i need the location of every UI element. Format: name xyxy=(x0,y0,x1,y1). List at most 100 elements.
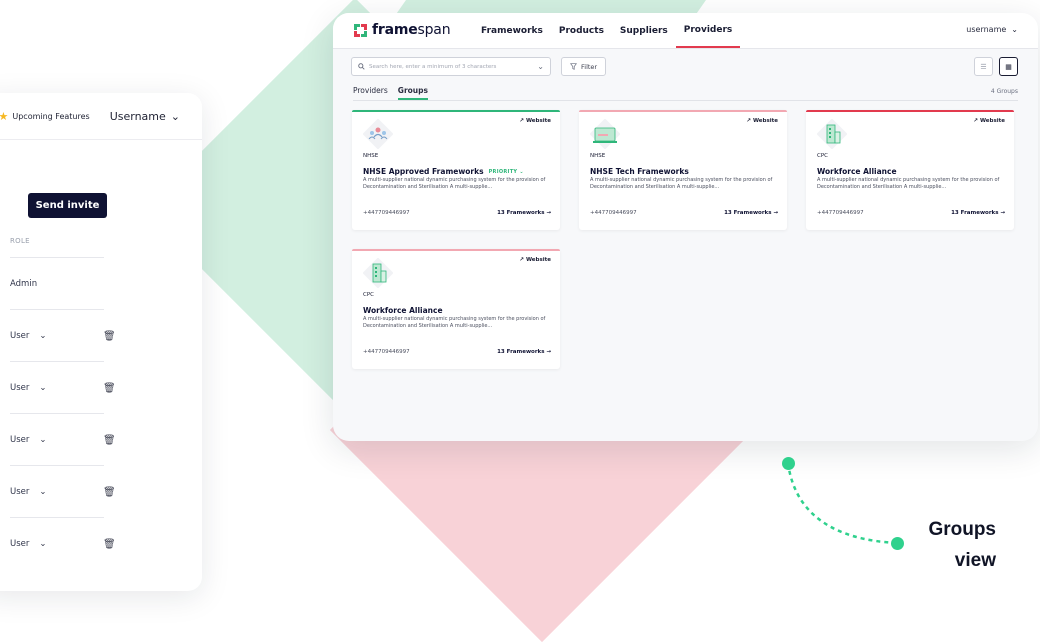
card-accent-bar xyxy=(806,110,1014,112)
group-description: A multi-supplier national dynamic purcha… xyxy=(590,177,773,190)
grid-icon: ▦ xyxy=(1005,62,1012,71)
caption: Groups view xyxy=(928,514,996,576)
nav-item-suppliers[interactable]: Suppliers xyxy=(612,13,676,48)
sub-tabs: Providers Groups xyxy=(353,86,1018,101)
user-row: User ⌄ 🗑 xyxy=(10,465,116,518)
user-row: User ⌄ 🗑 xyxy=(10,361,116,414)
connector-dot-start xyxy=(782,457,795,470)
group-description: A multi-supplier national dynamic purcha… xyxy=(817,177,1000,190)
group-card[interactable]: ↗ Website NHSE NHSE Approved Frameworks PRI… xyxy=(352,110,560,230)
chevron-down-icon: ⌄ xyxy=(1011,25,1018,34)
list-view-button[interactable]: ☰ xyxy=(974,57,993,76)
nav-item-products[interactable]: Products xyxy=(551,13,612,48)
star-icon: ★ xyxy=(0,109,9,123)
role-value: User xyxy=(10,539,30,549)
group-title-text: NHSE Tech Frameworks xyxy=(590,167,689,176)
username-label: Username xyxy=(109,109,166,123)
list-icon: ☰ xyxy=(980,62,987,71)
group-abbreviation: NHSE xyxy=(363,153,379,159)
chevron-down-icon: ⌄ xyxy=(39,435,47,445)
frameworks-link[interactable]: 13 Frameworks → xyxy=(497,210,551,216)
role-value: User xyxy=(10,383,30,393)
users-panel: ★ Upcoming Features Username ⌄ Send invi… xyxy=(0,93,202,591)
external-link-icon: ↗ xyxy=(519,118,525,124)
role-select[interactable]: User ⌄ xyxy=(10,539,47,549)
people-group-icon xyxy=(362,118,394,150)
search-input[interactable]: Search here, enter a minimum of 3 charac… xyxy=(351,57,551,76)
chevron-down-icon: ⌄ xyxy=(39,383,47,393)
role-select[interactable]: User ⌄ xyxy=(10,435,47,445)
group-phone: +447709446997 xyxy=(363,210,410,216)
group-abbreviation: NHSE xyxy=(590,153,606,159)
frameworks-link[interactable]: 13 Frameworks → xyxy=(724,210,778,216)
caption-line-2: view xyxy=(954,550,996,571)
group-card[interactable]: ↗ Website CPC Workforce Alliance A multi-su… xyxy=(352,249,560,369)
chevron-down-icon: ⌄ xyxy=(170,109,180,123)
website-link[interactable]: ↗ Website xyxy=(519,118,551,124)
tab-groups[interactable]: Groups xyxy=(397,86,428,100)
trash-icon[interactable]: 🗑 xyxy=(103,487,116,498)
tab-providers[interactable]: Providers xyxy=(353,86,388,100)
website-link[interactable]: ↗ Website xyxy=(973,118,1005,124)
frameworks-link[interactable]: 13 Frameworks → xyxy=(497,349,551,355)
website-label: Website xyxy=(752,118,778,124)
chevron-down-icon: ⌄ xyxy=(519,168,524,175)
group-phone: +447709446997 xyxy=(363,349,410,355)
group-card[interactable]: ↗ Website CPC Workforce Alliance A multi-su… xyxy=(806,110,1014,230)
username-menu[interactable]: Username ⌄ xyxy=(110,110,180,123)
role-select[interactable]: User ⌄ xyxy=(10,383,47,393)
website-label: Website xyxy=(525,118,551,124)
nav-items: Frameworks Products Suppliers Providers xyxy=(473,13,741,48)
user-row: Admin xyxy=(10,257,104,310)
card-accent-bar xyxy=(352,110,560,112)
role-select[interactable]: User ⌄ xyxy=(10,487,47,497)
filter-button[interactable]: Filter xyxy=(561,57,607,76)
view-toggle: ☰ ▦ xyxy=(974,57,1018,76)
role-column-header: ROLE xyxy=(10,237,30,245)
building-icon xyxy=(362,257,394,289)
nav-item-frameworks[interactable]: Frameworks xyxy=(473,13,551,48)
group-phone: +447709446997 xyxy=(817,210,864,216)
group-title: Workforce Alliance xyxy=(363,306,443,315)
priority-label: PRIORITY xyxy=(488,168,518,175)
trash-icon[interactable]: 🗑 xyxy=(103,383,116,394)
chevron-down-icon: ⌄ xyxy=(39,331,47,341)
nav-item-providers[interactable]: Providers xyxy=(675,13,741,48)
role-value: User xyxy=(10,487,30,497)
search-icon xyxy=(358,63,365,70)
group-title: Workforce Alliance xyxy=(817,167,897,176)
group-card[interactable]: ↗ Website NHSE NHSE Tech Frameworks A multi… xyxy=(579,110,787,230)
frameworks-link[interactable]: 13 Frameworks → xyxy=(951,210,1005,216)
chevron-down-icon: ⌄ xyxy=(39,487,47,497)
trash-icon[interactable]: 🗑 xyxy=(103,331,116,342)
group-title-text: NHSE Approved Frameworks xyxy=(363,167,484,176)
website-link[interactable]: ↗ Website xyxy=(519,257,551,263)
trash-icon[interactable]: 🗑 xyxy=(103,435,116,446)
trash-icon[interactable]: 🗑 xyxy=(103,539,116,550)
role-select[interactable]: User ⌄ xyxy=(10,331,47,341)
grid-view-button[interactable]: ▦ xyxy=(999,57,1018,76)
priority-badge[interactable]: PRIORITY ⌄ xyxy=(489,169,524,175)
chevron-down-icon: ⌄ xyxy=(39,539,47,549)
caption-line-1: Groups xyxy=(928,519,996,540)
group-title: NHSE Tech Frameworks xyxy=(590,167,689,176)
search-placeholder: Search here, enter a minimum of 3 charac… xyxy=(369,63,497,70)
nav-username: username xyxy=(966,25,1007,34)
connector-line xyxy=(786,462,898,545)
role-value: Admin xyxy=(10,279,38,289)
website-link[interactable]: ↗ Website xyxy=(746,118,778,124)
external-link-icon: ↗ xyxy=(973,118,979,124)
logo-mark-icon xyxy=(354,23,367,37)
external-link-icon: ↗ xyxy=(519,257,525,263)
user-row: User ⌄ 🗑 xyxy=(10,413,116,466)
users-panel-header: ★ Upcoming Features Username ⌄ xyxy=(0,93,202,140)
user-menu[interactable]: username ⌄ xyxy=(966,25,1018,34)
chevron-down-icon[interactable]: ⌄ xyxy=(537,62,544,71)
upcoming-features-label: Upcoming Features xyxy=(12,111,90,121)
upcoming-features-link[interactable]: ★ Upcoming Features xyxy=(0,110,90,123)
building-icon xyxy=(816,118,848,150)
website-label: Website xyxy=(979,118,1005,124)
framespan-logo[interactable]: framespan xyxy=(354,22,451,38)
logo-text-light: span xyxy=(417,22,451,38)
send-invite-button[interactable]: Send invite xyxy=(28,193,107,218)
